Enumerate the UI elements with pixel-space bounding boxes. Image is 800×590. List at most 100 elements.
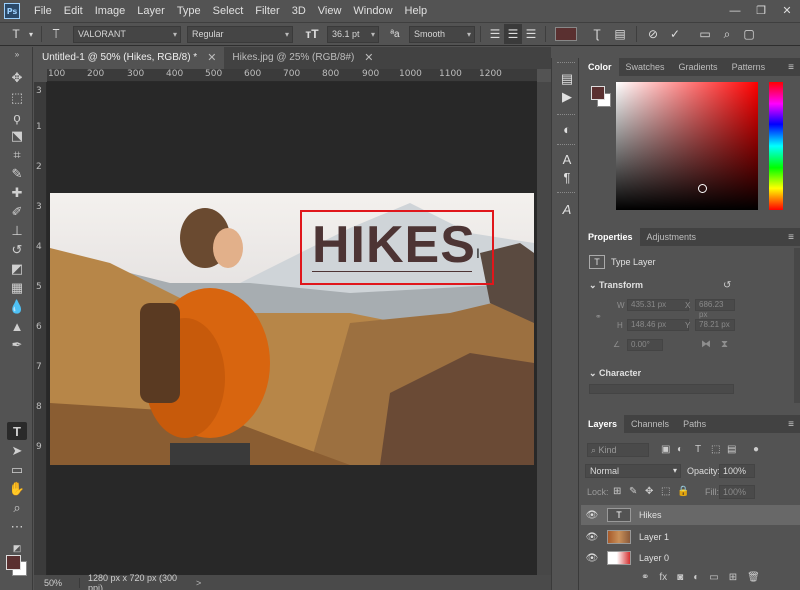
healing-brush-tool-icon[interactable]: ✚ — [7, 184, 27, 202]
lock-all-icon[interactable]: 🔒 — [677, 486, 689, 497]
history-brush-tool-icon[interactable]: ↺ — [7, 241, 27, 259]
fx-icon[interactable]: fx — [659, 572, 667, 583]
width-field[interactable]: 435.31 px — [627, 299, 689, 311]
menu-filter[interactable]: Filter — [249, 0, 285, 22]
menu-image[interactable]: Image — [89, 0, 132, 22]
lock-image-icon[interactable]: ✎ — [629, 486, 637, 497]
close-icon[interactable]: ✕ — [364, 47, 373, 69]
pen-tool-icon[interactable]: ✒ — [7, 336, 27, 354]
properties-scrollbar[interactable] — [794, 248, 800, 403]
tab-channels[interactable]: Channels — [624, 415, 676, 433]
foreground-color-swatch[interactable] — [6, 555, 21, 570]
lock-position-icon[interactable]: ✥ — [645, 486, 653, 497]
glyphs-panel-icon[interactable]: A — [558, 200, 576, 218]
y-field[interactable]: 78.21 px — [695, 319, 735, 331]
lasso-tool-icon[interactable]: ϙ — [7, 108, 27, 126]
add-mask-icon[interactable]: ◙ — [677, 572, 683, 583]
eye-icon[interactable]: 👁 — [581, 532, 603, 543]
tab-properties[interactable]: Properties — [581, 228, 640, 246]
align-right-icon[interactable]: ☰ — [522, 24, 540, 44]
panel-menu-icon[interactable]: ≡ — [788, 232, 794, 243]
reset-icon[interactable]: ↺ — [723, 280, 731, 291]
panel-menu-icon[interactable]: ≡ — [788, 62, 794, 73]
marquee-tool-icon[interactable]: ⬚ — [7, 89, 27, 107]
flip-horizontal-icon[interactable]: ⧓ — [701, 339, 711, 350]
align-left-icon[interactable]: ☰ — [486, 24, 504, 44]
tab-adjustments[interactable]: Adjustments — [640, 228, 704, 246]
menu-type[interactable]: Type — [171, 0, 207, 22]
tab-hikes-jpg[interactable]: Hikes.jpg @ 25% (RGB/8#) ✕ — [224, 47, 381, 69]
move-tool-icon[interactable]: ✥ — [7, 69, 27, 87]
antialias-select[interactable]: Smooth ▾ — [409, 25, 475, 43]
minimize-icon[interactable]: — — [722, 0, 748, 22]
text-color-swatch[interactable] — [555, 27, 577, 41]
close-icon[interactable]: ✕ — [207, 47, 216, 69]
menu-window[interactable]: Window — [347, 0, 398, 22]
font-family-select[interactable]: VALORANT ▾ — [73, 25, 181, 43]
menu-edit[interactable]: Edit — [58, 0, 89, 22]
tab-swatches[interactable]: Swatches — [619, 58, 672, 76]
close-icon[interactable]: ✕ — [774, 0, 800, 22]
menu-3d[interactable]: 3D — [286, 0, 312, 22]
actions-panel-icon[interactable]: ▶ — [558, 88, 576, 106]
grip-handle[interactable] — [557, 62, 575, 64]
tab-layers[interactable]: Layers — [581, 415, 625, 433]
lock-transparency-icon[interactable]: ⊞ — [613, 486, 621, 497]
history-panel-icon[interactable]: ▤ — [558, 70, 576, 88]
new-adjustment-layer-icon[interactable]: ◐ — [693, 572, 699, 583]
filter-smart-object-icon[interactable]: ▤ — [727, 444, 736, 455]
color-picker-field[interactable] — [616, 82, 758, 210]
document-image[interactable]: HIKES I — [50, 193, 534, 465]
height-field[interactable]: 148.46 px — [627, 319, 689, 331]
grip-handle[interactable] — [557, 144, 575, 146]
color-picker-marker[interactable] — [698, 184, 707, 193]
paragraph-panel-icon[interactable]: ¶ — [558, 168, 576, 186]
delete-layer-icon[interactable]: 🗑 — [747, 572, 760, 583]
blend-mode-select[interactable]: Normal ▾ — [585, 464, 681, 478]
menu-view[interactable]: View — [312, 0, 348, 22]
character-font-field[interactable] — [589, 384, 734, 394]
menu-file[interactable]: File — [28, 0, 58, 22]
hikes-text-layer[interactable]: HIKES — [312, 215, 476, 275]
lock-artboard-icon[interactable]: ⬚ — [661, 486, 670, 497]
font-style-select[interactable]: Regular ▾ — [187, 25, 293, 43]
brush-settings-panel-icon[interactable]: ◐ — [558, 120, 576, 138]
crop-tool-icon[interactable]: ⌗ — [7, 146, 27, 164]
zoom-tool-icon[interactable]: ⌕ — [7, 499, 27, 517]
cancel-icon[interactable]: ⊘ — [642, 24, 664, 44]
collapse-chevron-icon[interactable]: » — [7, 50, 27, 59]
commit-check-icon[interactable]: ✓ — [664, 24, 686, 44]
stamp-tool-icon[interactable]: ⊥ — [7, 222, 27, 240]
tab-paths[interactable]: Paths — [676, 415, 713, 433]
quick-select-tool-icon[interactable]: ⬔ — [7, 127, 27, 145]
grip-handle[interactable] — [557, 114, 575, 116]
color-panel-foreground-swatch[interactable] — [591, 86, 605, 100]
hand-tool-icon[interactable]: ✋ — [7, 480, 27, 498]
layer-filter-select[interactable]: ⌕ Kind — [587, 443, 649, 457]
canvas-area[interactable]: HIKES I — [47, 82, 537, 575]
brush-tool-icon[interactable]: ✐ — [7, 203, 27, 221]
character-panel-icon[interactable]: ▤ — [609, 24, 631, 44]
dodge-tool-icon[interactable]: ▲ — [7, 317, 27, 335]
tab-gradients[interactable]: Gradients — [672, 58, 725, 76]
warp-text-icon[interactable]: Ʈ — [585, 24, 609, 44]
layer-row-layer-1[interactable]: 👁 Layer 1 — [581, 527, 800, 547]
link-layers-icon[interactable]: ⚭ — [641, 572, 649, 583]
align-center-icon[interactable]: ☰ — [504, 24, 522, 44]
rectangle-tool-icon[interactable]: ▭ — [7, 461, 27, 479]
more-tools-icon[interactable]: ⋯ — [7, 518, 27, 536]
angle-field[interactable]: 0.00° — [627, 339, 663, 351]
zoom-level[interactable]: 50% — [34, 577, 80, 588]
maximize-icon[interactable]: ❐ — [748, 0, 774, 22]
3d-icon[interactable]: ▭ — [694, 24, 716, 44]
new-layer-icon[interactable]: ⊞ — [729, 572, 737, 583]
workspace-icon[interactable]: ▢ — [738, 24, 760, 44]
chevron-down-icon[interactable]: ▾ — [26, 24, 36, 44]
eyedropper-tool-icon[interactable]: ✎ — [7, 165, 27, 183]
filter-shape-icon[interactable]: ⬚ — [711, 444, 720, 455]
character-section-header[interactable]: ⌄ Character — [589, 368, 641, 379]
layer-row-hikes[interactable]: 👁 T Hikes — [581, 505, 800, 525]
menu-layer[interactable]: Layer — [131, 0, 171, 22]
eraser-tool-icon[interactable]: ◩ — [7, 260, 27, 278]
search-icon[interactable]: ⌕ — [716, 24, 738, 44]
